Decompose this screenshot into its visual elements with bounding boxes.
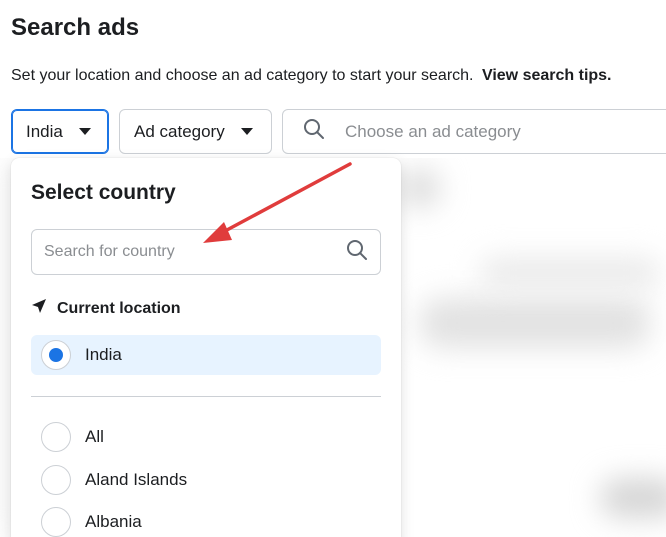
page-subtitle: Set your location and choose an ad categ… [11,67,612,85]
country-option-label: Aland Islands [85,470,188,489]
country-option-aland-islands[interactable]: Aland Islands [41,464,187,496]
radio-unselected[interactable] [41,465,71,495]
radio-unselected[interactable] [41,507,71,537]
country-dropdown-label: India [26,121,63,141]
caret-down-icon [240,128,253,135]
country-option-label: All [85,427,104,446]
divider [31,396,381,397]
current-location-option[interactable]: India [31,335,381,375]
country-dropdown-button[interactable]: India [11,109,109,154]
ad-category-label: Ad category [134,121,225,141]
search-icon [346,239,368,266]
country-option-albania[interactable]: Albania [41,506,142,537]
country-option-all[interactable]: All [41,421,104,453]
subtitle-text: Set your location and choose an ad categ… [11,67,474,84]
ad-category-search[interactable] [282,109,666,154]
dropdown-title: Select country [31,181,176,204]
current-location-label: Current location [57,299,181,317]
caret-down-icon [78,128,91,135]
view-search-tips-link[interactable]: View search tips. [482,67,612,84]
country-search-field[interactable] [31,229,381,275]
search-icon [303,118,325,145]
radio-dot [49,348,63,362]
ad-category-search-input[interactable] [345,121,645,142]
country-search-input[interactable] [44,243,346,261]
current-location-country: India [85,345,122,364]
ad-category-dropdown-button[interactable]: Ad category [119,109,272,154]
page-title: Search ads [11,14,140,41]
select-country-dropdown: Select country Current location India Al… [11,158,401,537]
radio-unselected[interactable] [41,422,71,452]
current-location-header: Current location [31,298,181,319]
location-arrow-icon [31,298,47,319]
country-option-label: Albania [85,512,142,531]
radio-selected[interactable] [41,340,71,370]
